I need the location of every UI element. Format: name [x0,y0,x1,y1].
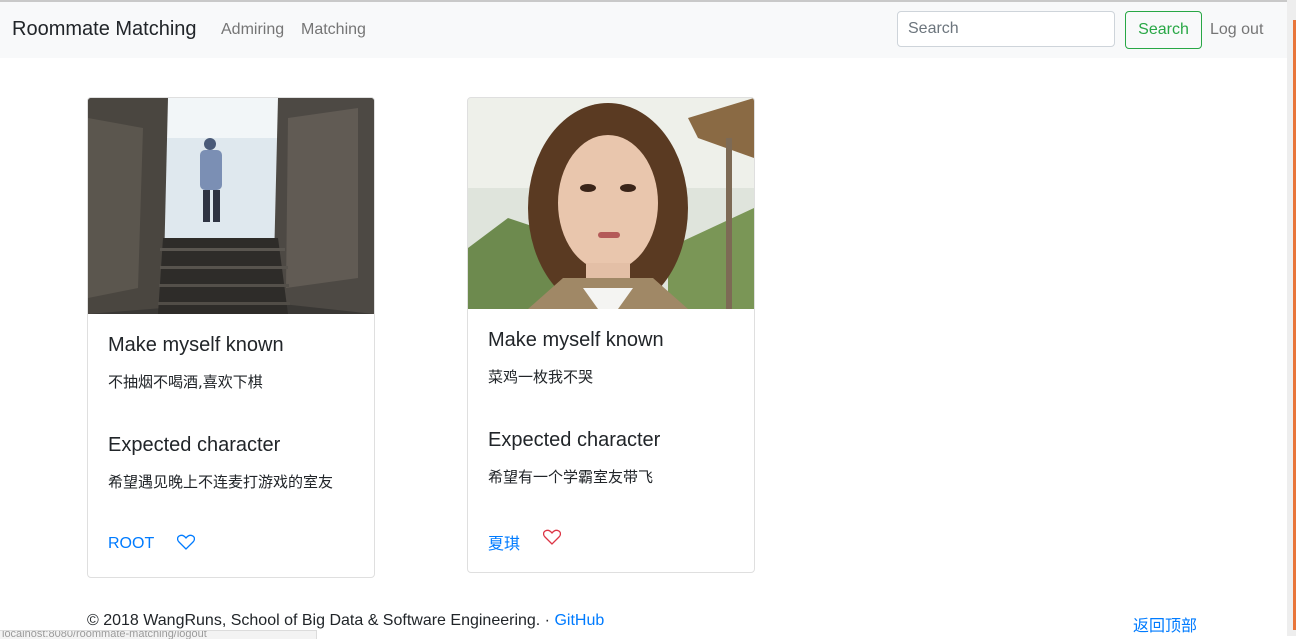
back-to-top-link[interactable]: 返回顶部 [1133,612,1197,636]
section-title-expected: Expected character [108,434,281,456]
person-walking-up-stone-stairs-photo [88,98,374,314]
github-link[interactable]: GitHub [554,612,604,629]
about-text: 不抽烟不喝酒,喜欢下棋 [108,373,263,391]
search-button[interactable]: Search [1125,11,1202,49]
nav-link-admiring[interactable]: Admiring [221,21,284,39]
navbar: Roommate Matching Admiring Matching Sear… [0,2,1287,58]
expected-text: 希望有一个学霸室友带飞 [488,468,654,486]
profile-card: Make myself known 菜鸡一枚我不哭 Expected chara… [467,97,755,573]
footer-copyright: © 2018 WangRuns, School of Big Data & So… [87,612,604,630]
profile-card: Make myself known 不抽烟不喝酒,喜欢下棋 Expected c… [87,97,375,578]
browser-status-bar: localhost:8080/roommate-matching/logout [0,630,317,639]
nav-link-matching[interactable]: Matching [301,21,366,39]
user-name-link[interactable]: ROOT [108,535,154,553]
section-title-about: Make myself known [488,329,664,351]
brand-link[interactable]: Roommate Matching [12,18,197,41]
about-text: 菜鸡一枚我不哭 [488,368,594,386]
expected-text: 希望遇见晚上不连麦打游戏的室友 [108,473,334,491]
section-title-expected: Expected character [488,429,661,451]
copyright-text: © 2018 WangRuns, School of Big Data & So… [87,612,555,629]
user-name-link[interactable]: 夏琪 [488,530,520,554]
woman-portrait-photo [468,98,754,309]
scrollbar-track[interactable] [1287,0,1296,636]
logout-link[interactable]: Log out [1210,21,1263,39]
search-input[interactable] [897,11,1115,47]
heart-outline-icon[interactable] [177,534,195,550]
heart-outline-icon[interactable] [543,529,561,545]
section-title-about: Make myself known [108,334,284,356]
